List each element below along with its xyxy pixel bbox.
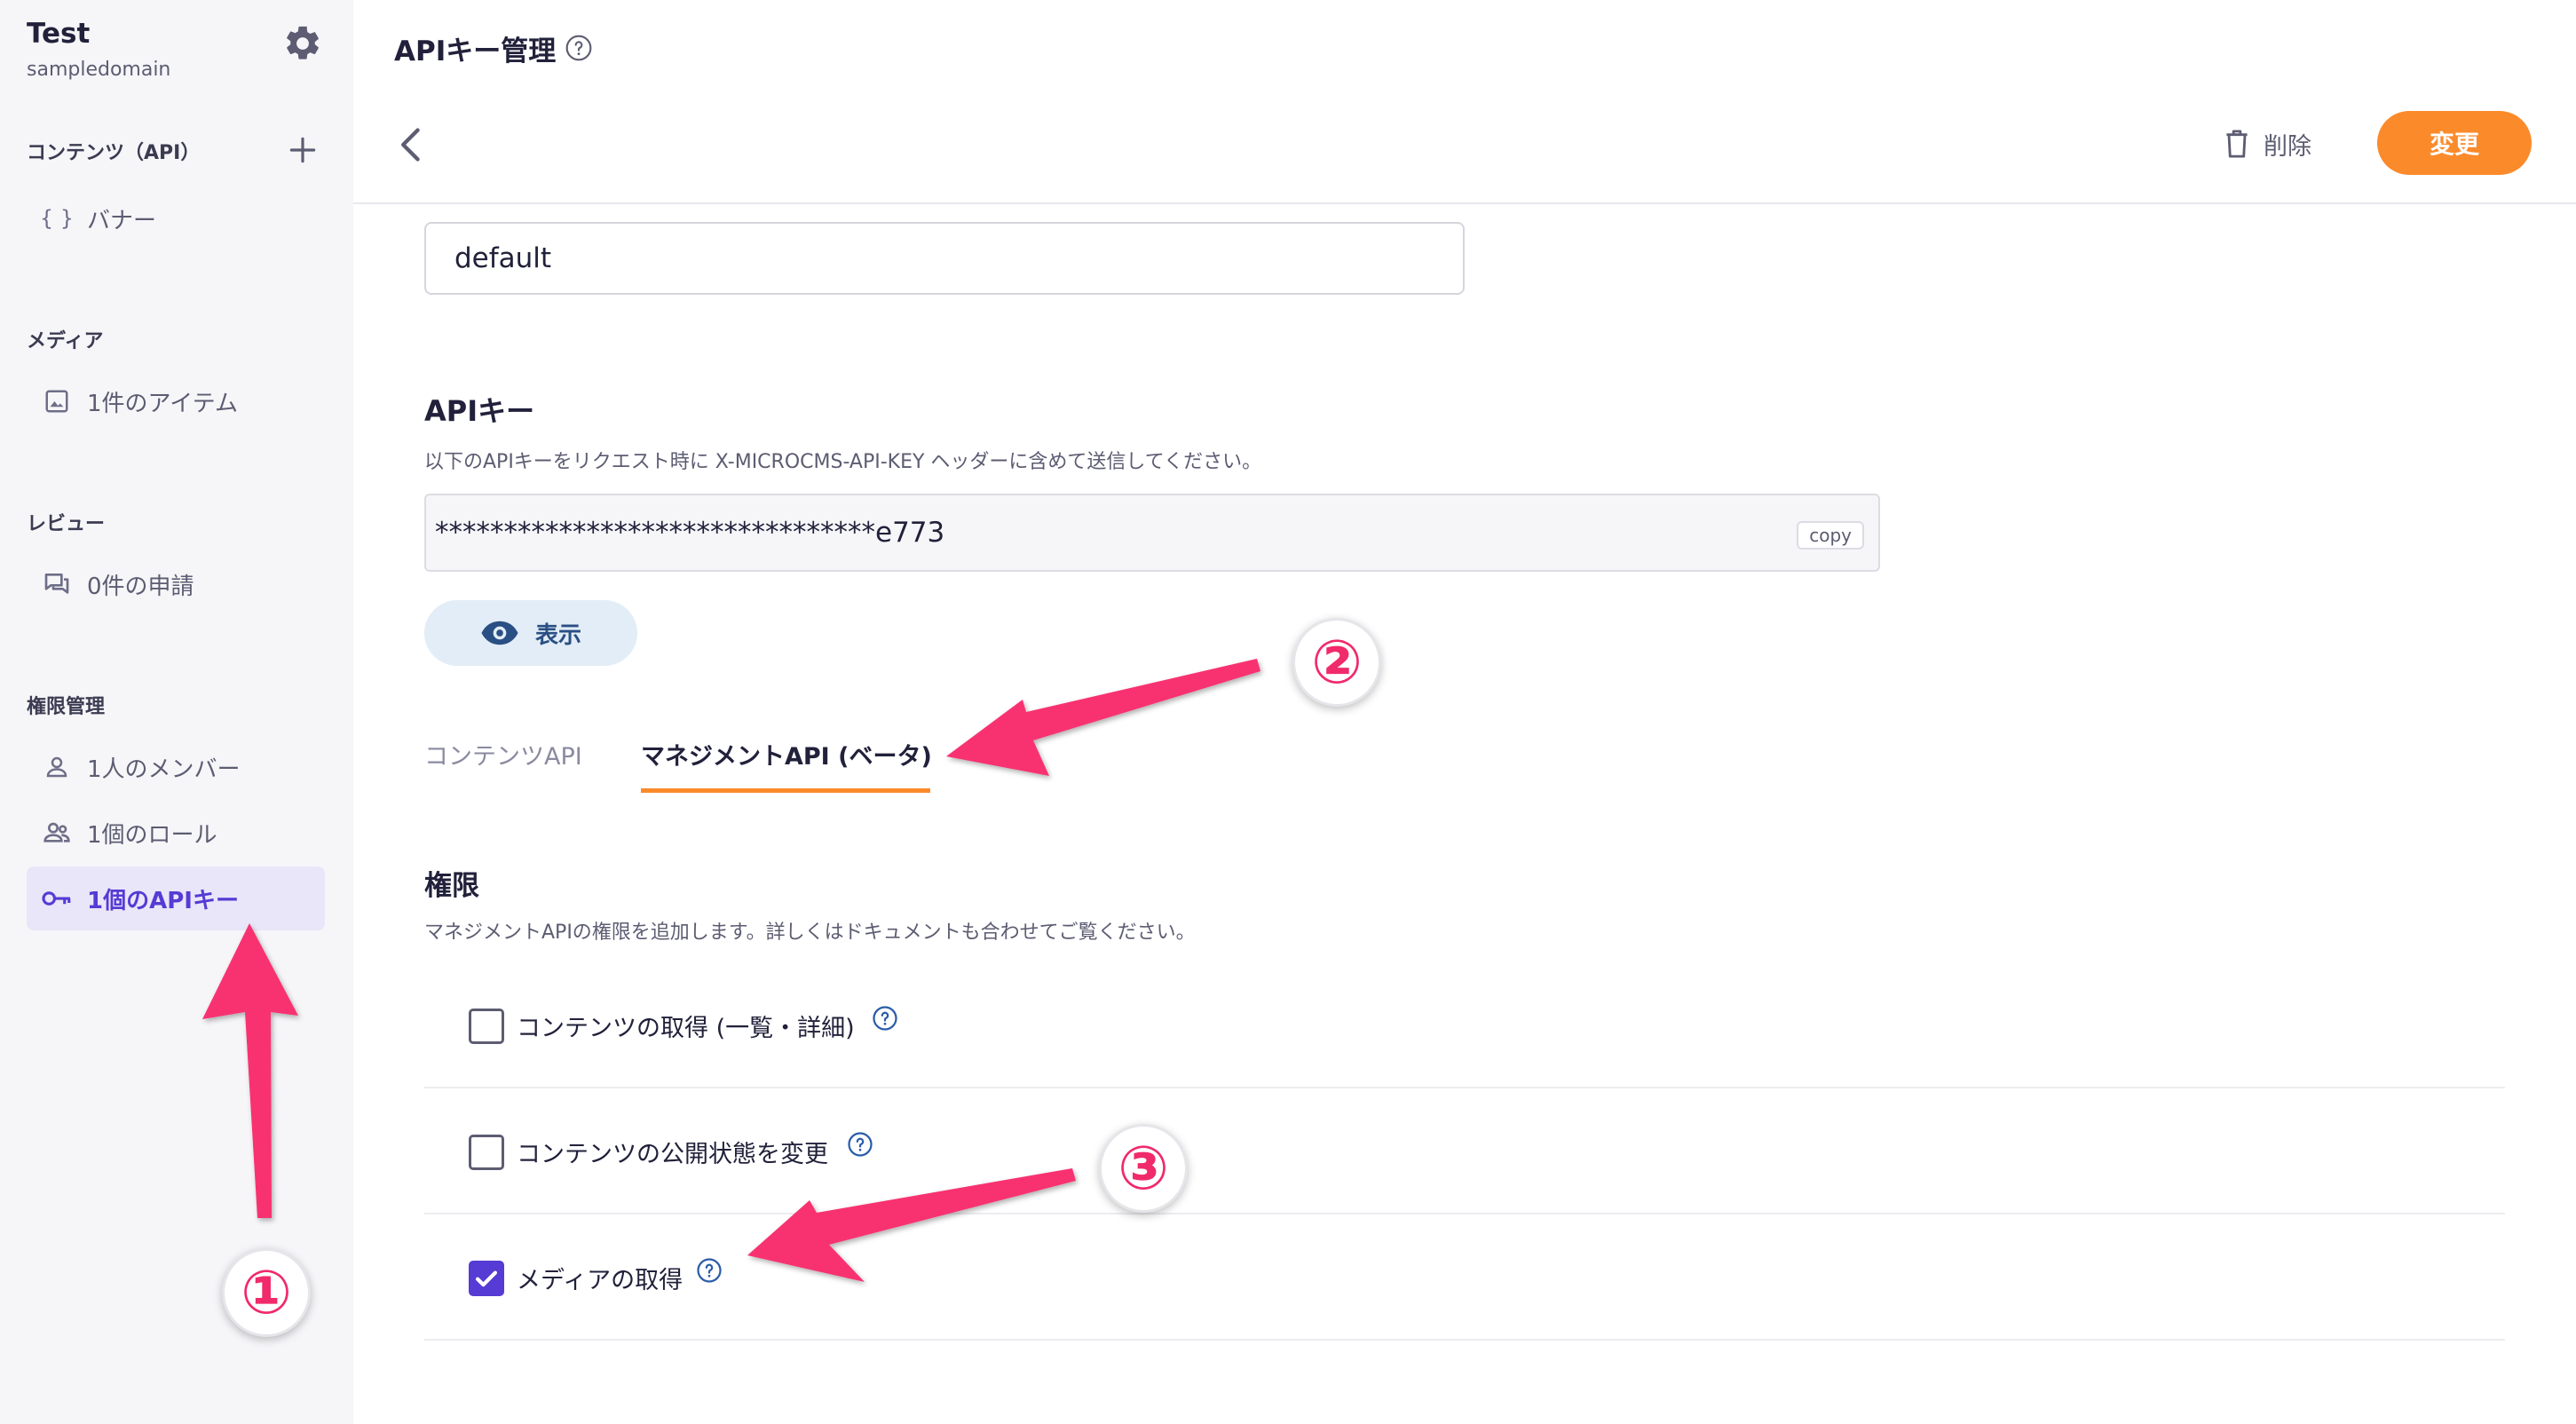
tab-management-api[interactable]: マネジメントAPI (ベータ) <box>641 737 932 771</box>
key-icon <box>39 881 75 916</box>
permission-label: メディアの取得 <box>517 1267 684 1294</box>
back-chevron-icon[interactable] <box>394 124 430 165</box>
sidebar-item-review[interactable]: 0件の申請 <box>27 552 325 616</box>
sidebar-item-media[interactable]: 1件のアイテム <box>27 369 325 433</box>
permission-row: コンテンツの公開状態を変更 <box>424 1088 2505 1214</box>
help-icon[interactable] <box>847 1131 873 1158</box>
sidebar-item-label: 1個のロール <box>87 821 217 849</box>
help-icon[interactable] <box>872 1005 898 1032</box>
sidebar-item-members[interactable]: 1人のメンバー <box>27 735 325 799</box>
permissions-heading: 権限 <box>424 870 479 902</box>
sidebar-item-api-keys[interactable]: 1個のAPIキー <box>27 866 325 930</box>
person-icon <box>39 749 75 785</box>
sidebar-item-roles[interactable]: 1個のロール <box>27 801 325 865</box>
name-input[interactable]: default <box>424 222 1465 295</box>
arrow-2 <box>946 659 1260 776</box>
image-icon <box>39 384 75 419</box>
sidebar-item-label: 1件のアイテム <box>87 390 238 417</box>
annotation-marker-1: ① <box>222 1248 311 1337</box>
active-tab-indicator <box>641 788 930 793</box>
sidebar-item-label: 0件の申請 <box>87 573 194 600</box>
section-media: メディア <box>27 330 104 352</box>
apikey-field[interactable]: ********************************e773 cop… <box>424 494 1880 572</box>
sidebar-item-label: バナー <box>87 207 157 234</box>
sidebar: Test sampledomain コンテンツ（API） { } バナー メディ… <box>0 0 353 1424</box>
add-api-icon[interactable] <box>286 133 320 167</box>
trash-icon <box>2226 130 2248 158</box>
permission-label: コンテンツの取得 (一覧・詳細) <box>517 1015 855 1042</box>
delete-button[interactable]: 削除 <box>2223 121 2311 167</box>
chat-icon <box>39 566 75 602</box>
apikey-heading: APIキー <box>424 394 535 428</box>
permission-checkbox[interactable] <box>469 1009 504 1044</box>
permission-checkbox-checked[interactable] <box>469 1261 504 1296</box>
checkmark-icon <box>475 1270 498 1287</box>
delete-label: 削除 <box>2264 132 2311 161</box>
service-domain: sampledomain <box>27 59 171 81</box>
sidebar-item-label: 1個のAPIキー <box>87 887 239 914</box>
permission-row: メディアの取得 <box>424 1214 2505 1341</box>
sidebar-item-banner[interactable]: { } バナー <box>27 186 325 250</box>
annotation-marker-3: ③ <box>1099 1124 1188 1213</box>
help-icon[interactable] <box>696 1257 723 1284</box>
permissions-description: マネジメントAPIの権限を追加します。詳しくはドキュメントも合わせてご覧ください… <box>424 922 1196 944</box>
permission-label: コンテンツの公開状態を変更 <box>517 1141 828 1168</box>
tab-content-api[interactable]: コンテンツAPI <box>424 737 582 771</box>
annotation-marker-2: ② <box>1292 618 1381 707</box>
apikey-description: 以下のAPIキーをリクエスト時に X-MICROCMS-API-KEY ヘッダー… <box>424 451 1262 473</box>
sidebar-item-label: 1人のメンバー <box>87 756 241 783</box>
page-title: APIキー管理 <box>394 36 557 67</box>
gear-icon[interactable] <box>282 23 323 64</box>
permission-checkbox[interactable] <box>469 1135 504 1170</box>
section-contents: コンテンツ（API） <box>27 142 201 164</box>
help-icon[interactable] <box>565 34 593 62</box>
copy-button[interactable]: copy <box>1797 521 1864 550</box>
page-header: APIキー管理 削除 変更 <box>353 0 2576 204</box>
service-name: Test <box>27 18 91 50</box>
change-button[interactable]: 変更 <box>2377 111 2532 175</box>
section-permissions: 権限管理 <box>27 696 106 718</box>
eye-icon <box>481 621 518 645</box>
people-icon <box>39 815 75 850</box>
show-key-button[interactable]: 表示 <box>424 600 637 666</box>
permission-row: コンテンツの取得 (一覧・詳細) <box>424 962 2505 1088</box>
show-label: 表示 <box>534 621 581 649</box>
apikey-value: ********************************e773 <box>435 517 945 549</box>
braces-icon: { } <box>39 206 75 231</box>
section-review: レビュー <box>27 513 106 535</box>
